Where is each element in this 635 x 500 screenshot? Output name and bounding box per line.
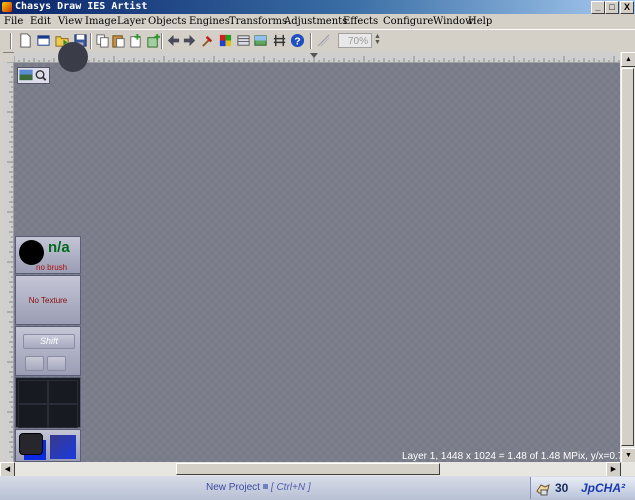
gradient-swatch[interactable] (50, 435, 76, 459)
maximize-button[interactable]: □ (605, 1, 619, 14)
counter-value: 30 (555, 481, 569, 495)
navigator-icon[interactable] (18, 68, 49, 83)
menu-objects[interactable]: Objects (146, 14, 188, 29)
menu-help[interactable]: Help (466, 14, 494, 29)
vertical-ruler (3, 62, 14, 462)
color-picker-panel[interactable] (15, 429, 81, 462)
menu-configure[interactable]: Configure (381, 14, 435, 29)
status-bar: New Project [ Ctrl+N ] 30 JpCHA² (0, 476, 635, 500)
toolbar-separator (310, 33, 312, 49)
title-bar[interactable]: Chasys Draw IES Artist _ □ X (0, 0, 635, 14)
paste-icon[interactable] (111, 33, 126, 48)
brush-sub-label: no brush (36, 263, 68, 272)
texture-label: No Texture (28, 296, 68, 305)
horizontal-scroll-thumb[interactable] (176, 463, 440, 475)
menu-layer[interactable]: Layer (115, 14, 148, 29)
separator-square (262, 484, 268, 489)
modifier-panel: Shift (15, 326, 81, 376)
swatch-4[interactable] (48, 404, 78, 428)
vertical-scrollbar[interactable]: ▲ ▼ (620, 52, 635, 463)
scroll-up-button[interactable]: ▲ (621, 52, 635, 67)
toolbar-grip (10, 33, 12, 49)
horizontal-scrollbar[interactable]: ◀ ▶ (0, 462, 635, 477)
menu-file[interactable]: File (2, 14, 25, 29)
menu-edit[interactable]: Edit (28, 14, 53, 29)
image-icon[interactable] (253, 33, 268, 48)
tools-icon[interactable] (272, 33, 287, 48)
layers-icon[interactable] (236, 33, 251, 48)
scroll-down-button[interactable]: ▼ (621, 448, 635, 463)
texture-panel[interactable]: No Texture (15, 275, 81, 325)
zoom-spinner-icon[interactable]: ▲ ▼ (374, 33, 382, 47)
status-right-panel: 30 JpCHA² (530, 477, 635, 499)
paste-new-icon[interactable] (128, 33, 143, 48)
brush-size-icon (317, 34, 330, 47)
shift-button[interactable]: Shift (23, 334, 75, 349)
toolbar-separator (90, 33, 92, 49)
new-project-label: New Project (206, 482, 260, 493)
brush-panel[interactable]: n/a no brush (15, 236, 81, 274)
arrow-left-icon[interactable] (166, 33, 181, 48)
menu-effects[interactable]: Effects (341, 14, 380, 29)
palette-icon[interactable] (218, 33, 233, 48)
close-button[interactable]: X (620, 1, 634, 14)
main-toolbar: ? 70% ▲ ▼ (0, 29, 635, 53)
add-layer-icon[interactable] (146, 33, 161, 48)
shortcut-label: [ Ctrl+N ] (270, 482, 311, 493)
scroll-right-button[interactable]: ▶ (606, 462, 621, 477)
menu-image[interactable]: Image (83, 14, 119, 29)
svg-text:?: ? (294, 36, 300, 47)
menu-bar: File Edit View Image Layer Objects Engin… (0, 14, 635, 29)
brush-name: n/a (48, 239, 70, 256)
menu-view[interactable]: View (56, 14, 85, 29)
brush-preview (19, 240, 44, 265)
help-icon[interactable]: ? (290, 33, 305, 48)
modifier-button-left[interactable] (25, 356, 44, 371)
copy-icon[interactable] (95, 33, 110, 48)
window-title: Chasys Draw IES Artist (15, 1, 148, 12)
canvas-info: Layer 1, 1448 x 1024 = 1.48 of 1.48 MPix… (402, 451, 635, 462)
menu-engines[interactable]: Engines (187, 14, 232, 29)
new-window-icon[interactable] (36, 33, 51, 48)
horizontal-ruler (14, 52, 620, 63)
hammer-icon[interactable] (200, 33, 215, 48)
menu-transforms[interactable]: Transforms (227, 14, 289, 29)
arrow-right-icon[interactable] (182, 33, 197, 48)
scroll-left-button[interactable]: ◀ (0, 462, 15, 477)
brush-cursor (58, 42, 88, 72)
minimize-button[interactable]: _ (591, 1, 605, 14)
swatch-1[interactable] (18, 380, 48, 404)
vertical-scroll-thumb[interactable] (621, 68, 634, 446)
navigator-widget[interactable] (17, 67, 50, 84)
swatch-2[interactable] (48, 380, 78, 404)
hand-icon (536, 484, 550, 496)
color-grid-panel[interactable] (15, 377, 81, 428)
toolbar-separator (161, 33, 163, 49)
primary-color[interactable] (19, 433, 43, 455)
brand-logo: JpCHA² (581, 481, 625, 495)
zoom-field[interactable]: 70% (338, 33, 372, 48)
swatch-3[interactable] (18, 404, 48, 428)
app-icon (2, 2, 12, 12)
menu-adjustments[interactable]: Adjustments (282, 14, 349, 29)
modifier-button-right[interactable] (47, 356, 66, 371)
canvas-area[interactable] (14, 63, 620, 462)
new-document-icon[interactable] (18, 33, 33, 48)
new-project-hint[interactable]: New Project [ Ctrl+N ] (206, 482, 311, 493)
